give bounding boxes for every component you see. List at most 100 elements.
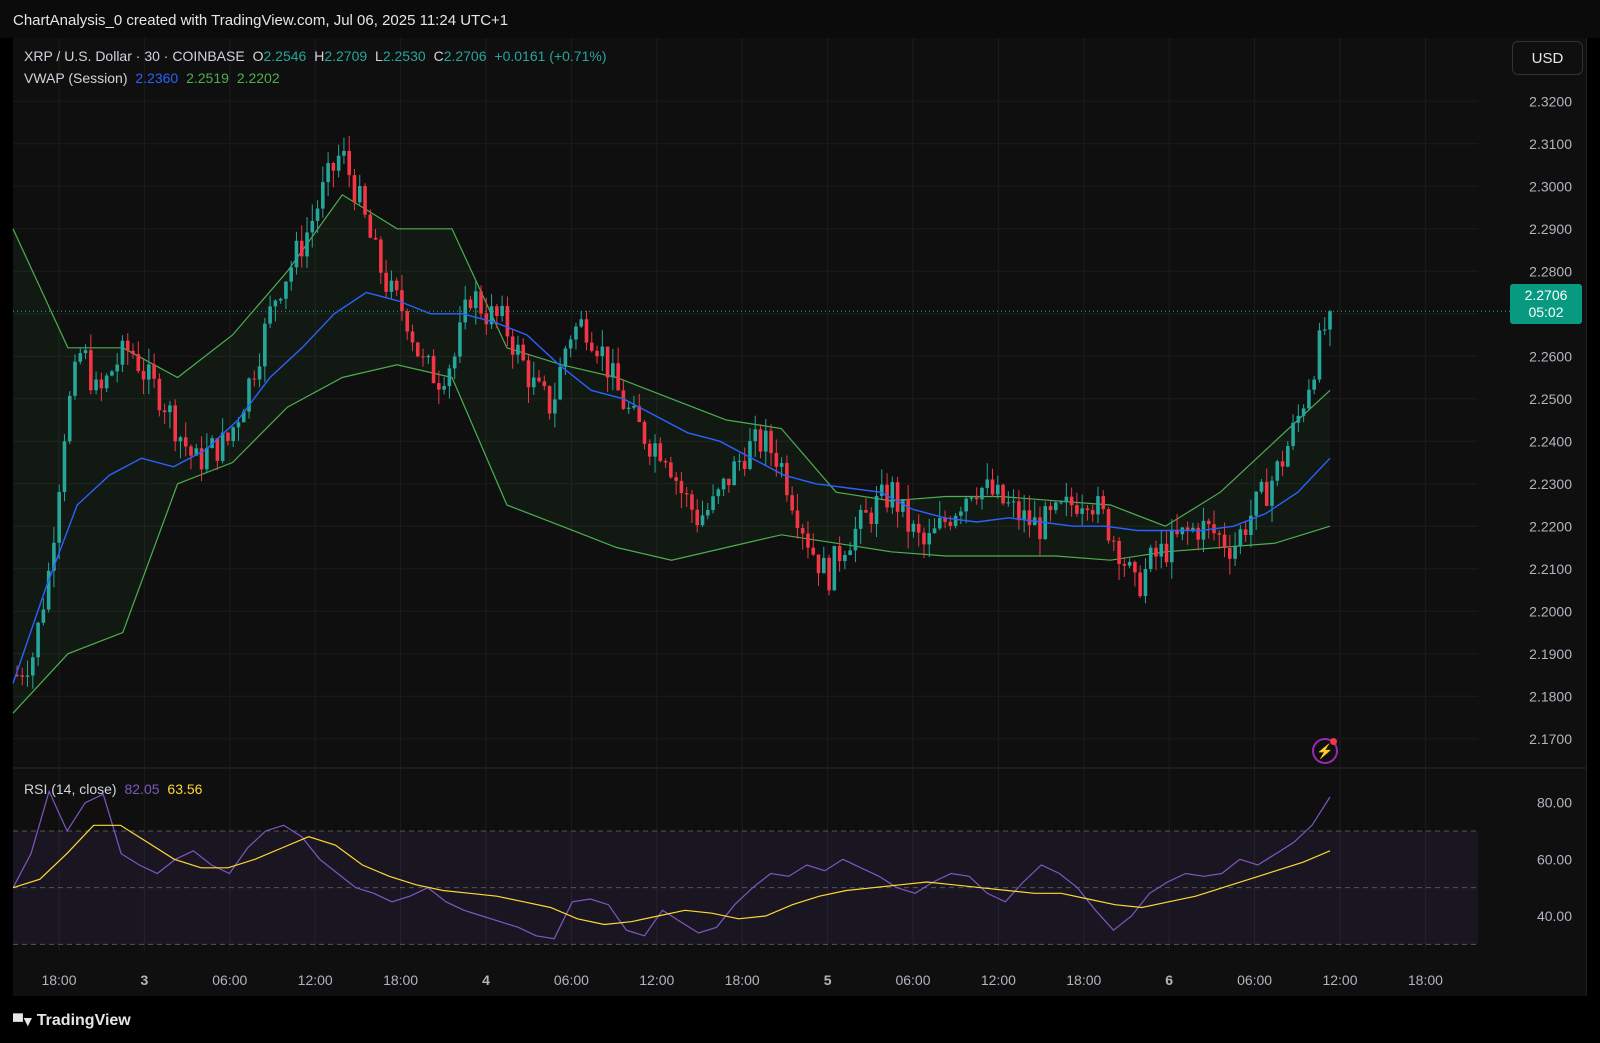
- candle-body: [357, 186, 362, 203]
- time-tick-label: 3: [141, 972, 149, 988]
- candle-body: [874, 495, 879, 524]
- vwap-upper-value: 2.2519: [186, 70, 229, 86]
- candle-body: [711, 496, 715, 511]
- candle-body: [1322, 329, 1327, 331]
- candle-body: [995, 484, 1000, 495]
- candle-body: [1286, 446, 1290, 467]
- candle-body: [763, 430, 768, 452]
- candle-body: [305, 232, 309, 257]
- time-tick-label: 12:00: [298, 972, 333, 988]
- candle-body: [948, 521, 953, 526]
- vwap-bands: [12, 193, 1331, 714]
- candle-body: [62, 441, 67, 493]
- price-tick-label: 2.2200: [1529, 518, 1572, 534]
- candle-body: [737, 460, 742, 462]
- candle-body: [700, 515, 705, 526]
- candle-body: [299, 240, 304, 257]
- candle-body: [911, 523, 916, 532]
- price-tick-label: 2.2800: [1529, 263, 1572, 279]
- candle-body: [1059, 502, 1063, 504]
- candle-body: [421, 356, 425, 358]
- candle-body: [352, 175, 357, 203]
- candle-body: [669, 462, 673, 478]
- candle-body: [584, 319, 589, 343]
- candle-body: [806, 533, 810, 548]
- candle-body: [1027, 510, 1032, 526]
- candle-body: [579, 319, 584, 327]
- candle-body: [589, 342, 594, 351]
- candle-body: [1217, 533, 1222, 535]
- price-tick-label: 2.1700: [1529, 731, 1572, 747]
- candle-body: [1206, 520, 1211, 525]
- candle-body: [1038, 517, 1042, 540]
- rsi-tick-label: 60.00: [1537, 851, 1572, 867]
- high-label: H: [314, 48, 325, 64]
- price-tick-label: 2.3100: [1529, 136, 1572, 152]
- candle-body: [152, 364, 156, 379]
- rsi-tick-label: 80.00: [1537, 795, 1572, 811]
- candle-body: [679, 480, 684, 494]
- tradingview-logo[interactable]: ▀▼ TradingView: [13, 1012, 131, 1030]
- time-tick-label: 6: [1165, 972, 1173, 988]
- candle-body: [922, 532, 926, 545]
- candle-body: [1117, 540, 1121, 565]
- candle-body: [394, 280, 399, 291]
- tradingview-logo-icon: ▀▼: [13, 1013, 35, 1029]
- last-price-value: 2.2706: [1524, 287, 1568, 303]
- candle-body: [1022, 510, 1026, 521]
- rsi-tick-label: 40.00: [1537, 908, 1572, 924]
- candle-body: [695, 509, 700, 526]
- candle-body: [83, 350, 88, 354]
- candle-body: [1328, 311, 1332, 330]
- candle-body: [932, 528, 937, 534]
- change-value: +0.0161 (+0.71%): [494, 48, 607, 64]
- candle-body: [653, 443, 657, 457]
- candle-body: [716, 489, 721, 497]
- rsi-legend[interactable]: RSI (14, close) 82.05 63.56: [24, 781, 206, 797]
- candle-body: [1017, 501, 1021, 521]
- rsi-ma-value: 63.56: [167, 781, 203, 797]
- candle-body: [895, 482, 900, 512]
- candle-body: [25, 675, 30, 677]
- symbol-legend[interactable]: XRP / U.S. Dollar · 30 · COINBASE O2.254…: [24, 48, 611, 64]
- candle-body: [426, 355, 431, 358]
- candle-body: [389, 280, 394, 292]
- alert-dot-icon: [1330, 738, 1337, 745]
- candle-body: [479, 291, 483, 314]
- candle-body: [331, 163, 336, 171]
- candle-body: [310, 220, 315, 233]
- candle-body: [36, 622, 40, 658]
- price-tick-label: 2.3000: [1529, 178, 1572, 194]
- candle-body: [1185, 527, 1190, 531]
- candle-body: [969, 497, 974, 499]
- time-tick-label: 18:00: [725, 972, 760, 988]
- price-chart[interactable]: 2.32002.31002.30002.29002.28002.27002.26…: [0, 0, 1600, 1043]
- candle-body: [41, 609, 46, 623]
- time-tick-label: 06:00: [212, 972, 247, 988]
- open-label: O: [252, 48, 264, 64]
- vwap-lower-value: 2.2202: [236, 70, 280, 86]
- candle-body: [795, 510, 800, 529]
- vwap-value: 2.2360: [135, 70, 179, 86]
- currency-button[interactable]: USD: [1512, 41, 1583, 75]
- candle-body: [220, 432, 225, 461]
- candle-body: [827, 557, 831, 591]
- candle-body: [848, 550, 852, 555]
- price-tick-label: 2.1900: [1529, 646, 1572, 662]
- time-tick-label: 5: [824, 972, 832, 988]
- candle-body: [1048, 506, 1053, 511]
- candle-body: [1296, 415, 1301, 423]
- candle-body: [937, 518, 942, 529]
- candle-body: [521, 344, 526, 361]
- candle-body: [405, 311, 410, 332]
- vwap-legend[interactable]: VWAP (Session) 2.2360 2.2519 2.2202: [24, 70, 284, 86]
- candle-body: [1317, 330, 1322, 380]
- candle-body: [463, 299, 468, 323]
- candle-body: [974, 497, 979, 500]
- candle-body: [458, 322, 462, 357]
- rsi-label: RSI (14, close): [24, 781, 117, 797]
- candle-body: [832, 545, 837, 591]
- candle-body: [843, 554, 847, 562]
- candle-body: [721, 478, 726, 490]
- candle-body: [1222, 534, 1227, 549]
